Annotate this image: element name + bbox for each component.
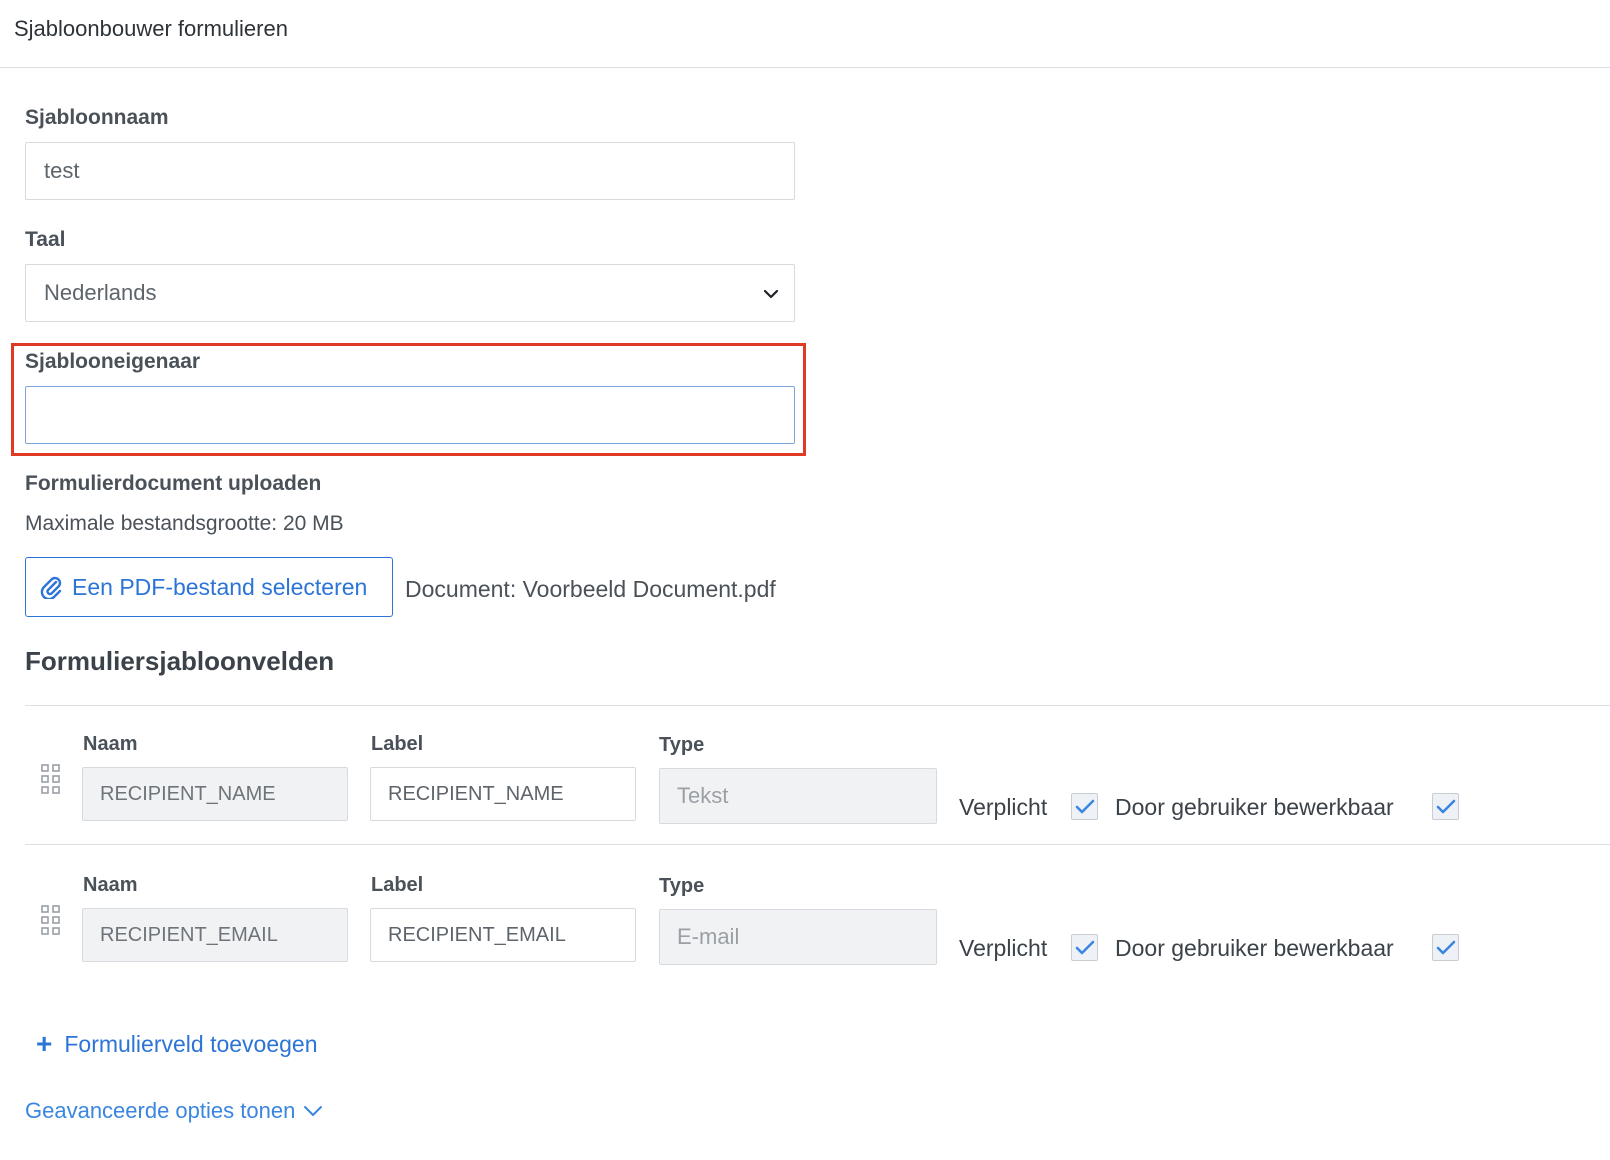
checkmark-icon — [1436, 940, 1455, 954]
col-type-label: Type — [659, 875, 705, 897]
field-name-input: RECIPIENT_NAME — [82, 767, 348, 821]
advanced-options-label: Geavanceerde opties tonen — [25, 1098, 296, 1123]
drag-handle-icon[interactable] — [41, 764, 61, 794]
col-label-label: Label — [371, 733, 424, 755]
top-bar: Sjabloonbouwer formulieren — [0, 0, 1610, 68]
fields-section-title: Formuliersjabloonvelden — [25, 646, 335, 676]
advanced-options-toggle[interactable]: Geavanceerde opties tonen — [25, 1098, 323, 1124]
document-name: Document: Voorbeeld Document.pdf — [405, 576, 776, 602]
add-field-link[interactable]: + Formulierveld toevoegen — [36, 1030, 318, 1058]
add-field-label: Formulierveld toevoegen — [64, 1030, 318, 1057]
language-label: Taal — [25, 228, 66, 251]
field-name-input: RECIPIENT_EMAIL — [82, 908, 348, 962]
max-size-text: Maximale bestandsgrootte: 20 MB — [25, 512, 344, 535]
field-name-value: RECIPIENT_NAME — [100, 782, 276, 805]
field-type-value: E-mail — [677, 924, 740, 949]
page-title: Sjabloonbouwer formulieren — [14, 16, 288, 41]
field-type-select: E-mail — [659, 909, 937, 965]
field-label-value: RECIPIENT_NAME — [388, 782, 564, 805]
field-label-value: RECIPIENT_EMAIL — [388, 923, 566, 946]
chevron-down-icon — [763, 289, 779, 299]
field-label-input[interactable]: RECIPIENT_NAME — [370, 767, 636, 821]
field-type-value: Tekst — [677, 783, 729, 808]
upload-label: Formulierdocument uploaden — [25, 472, 322, 495]
field-type-select: Tekst — [659, 768, 937, 824]
chevron-down-icon — [304, 1106, 323, 1116]
field-name-value: RECIPIENT_EMAIL — [100, 923, 278, 946]
select-pdf-button-label: Een PDF-bestand selecteren — [72, 573, 368, 600]
checkmark-icon — [1075, 940, 1094, 954]
language-value: Nederlands — [44, 280, 157, 305]
editable-checkbox[interactable] — [1432, 934, 1459, 961]
owner-label: Sjablooneigenaar — [25, 350, 201, 373]
divider — [25, 705, 1610, 706]
checkmark-icon — [1436, 799, 1455, 813]
select-pdf-button[interactable]: Een PDF-bestand selecteren — [25, 557, 393, 617]
editable-label: Door gebruiker bewerkbaar — [1115, 935, 1394, 961]
template-name-label: Sjabloonnaam — [25, 106, 169, 129]
col-type-label: Type — [659, 734, 705, 756]
editable-checkbox[interactable] — [1432, 793, 1459, 820]
required-checkbox[interactable] — [1071, 793, 1098, 820]
owner-input[interactable] — [25, 386, 795, 444]
drag-handle-icon[interactable] — [41, 905, 61, 935]
required-checkbox[interactable] — [1071, 934, 1098, 961]
col-name-label: Naam — [83, 733, 138, 755]
field-label-input[interactable]: RECIPIENT_EMAIL — [370, 908, 636, 962]
divider — [25, 844, 1610, 845]
plus-icon: + — [36, 1028, 53, 1059]
template-name-input[interactable]: test — [25, 142, 795, 200]
checkmark-icon — [1075, 799, 1094, 813]
paperclip-icon — [40, 576, 62, 599]
template-name-value: test — [44, 158, 80, 183]
col-label-label: Label — [371, 874, 424, 896]
col-name-label: Naam — [83, 874, 138, 896]
editable-label: Door gebruiker bewerkbaar — [1115, 794, 1394, 820]
required-label: Verplicht — [959, 935, 1048, 961]
language-select[interactable]: Nederlands — [25, 264, 795, 322]
required-label: Verplicht — [959, 794, 1048, 820]
